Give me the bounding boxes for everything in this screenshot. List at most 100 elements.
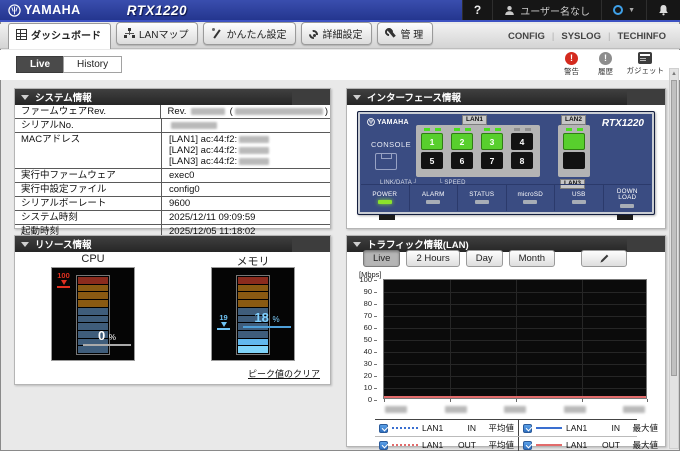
y-tick-label: 30	[353, 359, 377, 368]
tab-detail-setup[interactable]: 詳細設定	[301, 22, 373, 45]
tab-easy-setup[interactable]: かんたん設定	[203, 22, 297, 45]
value-line: 2025/12/11 09:09:59	[169, 212, 328, 223]
edit-graph-button[interactable]	[581, 250, 628, 267]
range-button-month[interactable]: Month	[508, 250, 556, 267]
gridline-v	[450, 280, 451, 398]
redacted-value	[234, 107, 323, 115]
value-text: [LAN2] ac:44:f2:	[169, 145, 238, 156]
console-label: CONSOLE	[371, 140, 412, 149]
y-tick-label: 40	[353, 347, 377, 356]
notifications-button[interactable]	[646, 0, 680, 20]
view-tab-history[interactable]: History	[63, 56, 123, 73]
main-nav-bar: ダッシュボード LANマップ かんたん設定 詳細設定 管 理 CONFIG | SYSLOG…	[0, 22, 680, 49]
gridline-h	[384, 352, 646, 353]
port-number: 5	[429, 155, 435, 166]
x-axis-label-redacted	[444, 406, 467, 413]
scroll-up-arrow[interactable]: ▲	[670, 69, 678, 79]
row-value	[161, 119, 330, 132]
link-config[interactable]: CONFIG	[508, 31, 545, 42]
port-column: 15	[419, 128, 445, 174]
peak-triangle-icon	[60, 280, 67, 285]
lan1-port-8: 8	[511, 152, 533, 169]
gauge-segment	[78, 346, 108, 354]
y-tick-label: 100	[353, 275, 377, 284]
redacted-value	[171, 121, 217, 129]
tab-lanmap[interactable]: LANマップ	[116, 22, 199, 45]
peak-value: 100	[57, 271, 70, 280]
panel-system-info: システム情報 ファームウェアRev. Rev. () シリアルNo. MACアドレス […	[14, 88, 331, 252]
legend-checkbox-lan1-in-avg[interactable]	[379, 423, 388, 433]
collapse-triangle-icon	[353, 241, 361, 247]
help-button[interactable]: ?	[461, 0, 492, 20]
legend-entry-lan1-out-avg: LAN1 OUT 平均値	[375, 437, 518, 451]
lan1-port-5: 5	[421, 152, 443, 169]
value-text: 9600	[169, 198, 191, 209]
router-front-panel: YAMAHA RTX1220 CONSOLE LINK/DATA ┘ └ SPE…	[357, 111, 655, 215]
gauge-segment	[238, 300, 268, 307]
tool-history[interactable]: ! 履歴	[593, 52, 619, 77]
scrollbar[interactable]: ▲	[669, 68, 679, 449]
y-tick-label: 20	[353, 371, 377, 380]
lan1-port-7: 7	[481, 152, 503, 169]
row-label: ファームウェアRev.	[21, 106, 107, 117]
link-separator: |	[607, 31, 611, 42]
history-icon: !	[599, 52, 612, 65]
legend-row: LAN1 IN 平均値 LAN1 IN 最大値	[375, 420, 658, 436]
row-label: シリアルボーレート	[21, 198, 107, 209]
port-led	[483, 128, 490, 131]
port-led	[565, 128, 572, 131]
user-menu[interactable]: ユーザー名なし	[492, 0, 601, 20]
device-yamaha-logo: YAMAHA	[367, 118, 409, 126]
x-tick	[516, 399, 517, 402]
legend-line-sample	[392, 427, 418, 429]
lan2-port	[563, 133, 585, 150]
port-number: 8	[519, 155, 525, 166]
range-button-live[interactable]: Live	[363, 250, 401, 267]
led-indicator	[571, 200, 586, 205]
legend-stat: 平均値	[488, 440, 514, 450]
led-label: USB	[571, 190, 586, 198]
tool-warning[interactable]: ! 警告	[559, 52, 585, 77]
gauge-segment	[78, 315, 108, 323]
legend-direction: IN	[467, 423, 477, 433]
connection-status-menu[interactable]: ▼	[601, 0, 646, 20]
lan1-badge: LAN1	[462, 115, 487, 125]
range-button-day[interactable]: Day	[465, 250, 503, 267]
legend-checkbox-lan1-in-max[interactable]	[523, 423, 532, 433]
tab-dashboard[interactable]: ダッシュボード	[8, 23, 111, 49]
x-tick	[582, 399, 583, 402]
value-text: config0	[169, 184, 200, 195]
range-button-2-hours[interactable]: 2 Hours	[406, 250, 460, 267]
x-axis-label-redacted	[623, 406, 645, 413]
link-techinfo[interactable]: TECHINFO	[617, 31, 666, 42]
gauge-segment	[78, 277, 108, 284]
value-line: config0	[169, 184, 328, 195]
scroll-thumb[interactable]	[671, 80, 677, 376]
row-label: シリアルNo.	[21, 120, 74, 131]
resource-panel-header[interactable]: リソース情報	[15, 236, 330, 252]
lanmap-icon	[124, 28, 135, 39]
port-number: 7	[489, 155, 495, 166]
legend-checkbox-lan1-out-max[interactable]	[523, 440, 532, 450]
led-label: ALARM	[421, 190, 445, 198]
led-label: DOWN LOAD	[616, 187, 638, 201]
tab-manage[interactable]: 管 理	[377, 22, 434, 45]
gauge-title: CPU	[81, 253, 105, 265]
port-led	[524, 128, 531, 131]
link-syslog[interactable]: SYSLOG	[561, 31, 601, 42]
led-indicator	[426, 200, 441, 205]
interface-panel-header[interactable]: インターフェース情報	[347, 89, 665, 105]
tool-icons: ! 警告 ! 履歴 ガジェット	[559, 52, 664, 77]
tool-gadget[interactable]: ガジェット	[627, 52, 664, 77]
gridline-h	[384, 316, 646, 317]
system-panel-header[interactable]: システム情報	[15, 89, 330, 105]
yamaha-logo: YAMAHA	[8, 3, 81, 17]
legend-checkbox-lan1-out-avg[interactable]	[379, 440, 388, 450]
peak-value: 19	[219, 313, 228, 322]
tab-label: LANマップ	[139, 30, 189, 41]
clear-peak-link[interactable]: ピーク値のクリア	[248, 367, 320, 380]
gridline-h	[384, 304, 646, 305]
view-tab-live[interactable]: Live	[16, 56, 65, 73]
lan1-port-3: 3	[481, 133, 503, 150]
gridline-h	[384, 376, 646, 377]
